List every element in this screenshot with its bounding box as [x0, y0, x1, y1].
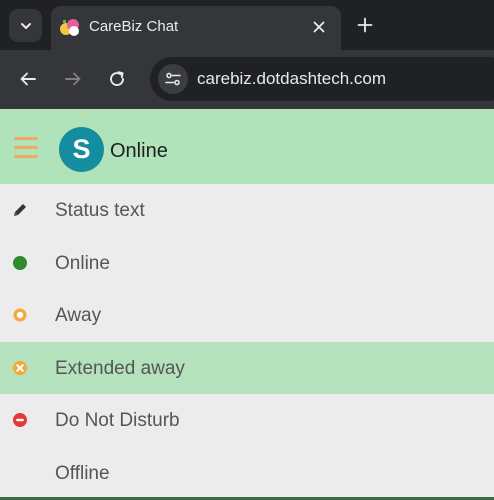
dnd-icon: [11, 411, 29, 429]
browser-toolbar: carebiz.dotdashtech.com: [0, 50, 494, 109]
tab-search-button[interactable]: [9, 9, 42, 42]
status-menu-item-status-text[interactable]: Status text: [0, 184, 494, 237]
chevron-down-icon: [20, 22, 31, 29]
status-menu: Status text Online Away Extended away Do…: [0, 184, 494, 499]
back-button[interactable]: [15, 66, 41, 92]
status-menu-item-online[interactable]: Online: [0, 237, 494, 290]
close-icon: [313, 21, 325, 33]
menu-item-label: Extended away: [55, 357, 185, 379]
menu-item-label: Status text: [55, 200, 145, 221]
status-menu-item-do-not-disturb[interactable]: Do Not Disturb: [0, 394, 494, 447]
reload-button[interactable]: [104, 66, 130, 92]
plus-icon: [357, 17, 373, 33]
menu-item-label: Online: [55, 252, 110, 274]
pencil-icon: [11, 201, 29, 219]
address-bar[interactable]: carebiz.dotdashtech.com: [150, 57, 494, 101]
current-status[interactable]: Online: [110, 140, 168, 163]
status-menu-item-extended-away[interactable]: Extended away: [0, 341, 494, 394]
hamburger-menu-button[interactable]: [14, 137, 38, 159]
hamburger-bar: [14, 137, 38, 140]
avatar[interactable]: S: [59, 127, 104, 172]
tune-icon: [165, 72, 181, 86]
status-menu-item-away[interactable]: Away: [0, 289, 494, 342]
browser-tab[interactable]: CareBiz Chat: [51, 6, 341, 50]
chat-app: S Online Status text Online Away Extende…: [0, 109, 494, 500]
reload-icon: [110, 71, 124, 86]
carebiz-favicon-icon: [60, 19, 79, 36]
forward-button[interactable]: [60, 66, 86, 92]
online-dot-icon: [11, 254, 29, 272]
arrow-left-icon: [20, 72, 36, 86]
menu-item-label: Offline: [55, 462, 110, 484]
arrow-right-icon: [65, 72, 81, 86]
browser-tab-strip: CareBiz Chat: [0, 0, 494, 50]
status-menu-item-offline[interactable]: Offline: [0, 447, 494, 500]
app-header: S Online: [0, 109, 494, 184]
tab-title: CareBiz Chat: [89, 18, 179, 35]
extended-away-icon: [11, 359, 29, 377]
new-tab-button[interactable]: [352, 12, 378, 38]
url-text: carebiz.dotdashtech.com: [197, 69, 386, 88]
hamburger-bar: [14, 155, 38, 158]
hamburger-bar: [14, 146, 38, 149]
menu-item-label: Away: [55, 305, 102, 326]
away-ring-icon: [11, 306, 29, 324]
menu-item-label: Do Not Disturb: [55, 410, 180, 431]
site-info-button[interactable]: [158, 64, 188, 94]
tab-close-button[interactable]: [307, 15, 331, 39]
